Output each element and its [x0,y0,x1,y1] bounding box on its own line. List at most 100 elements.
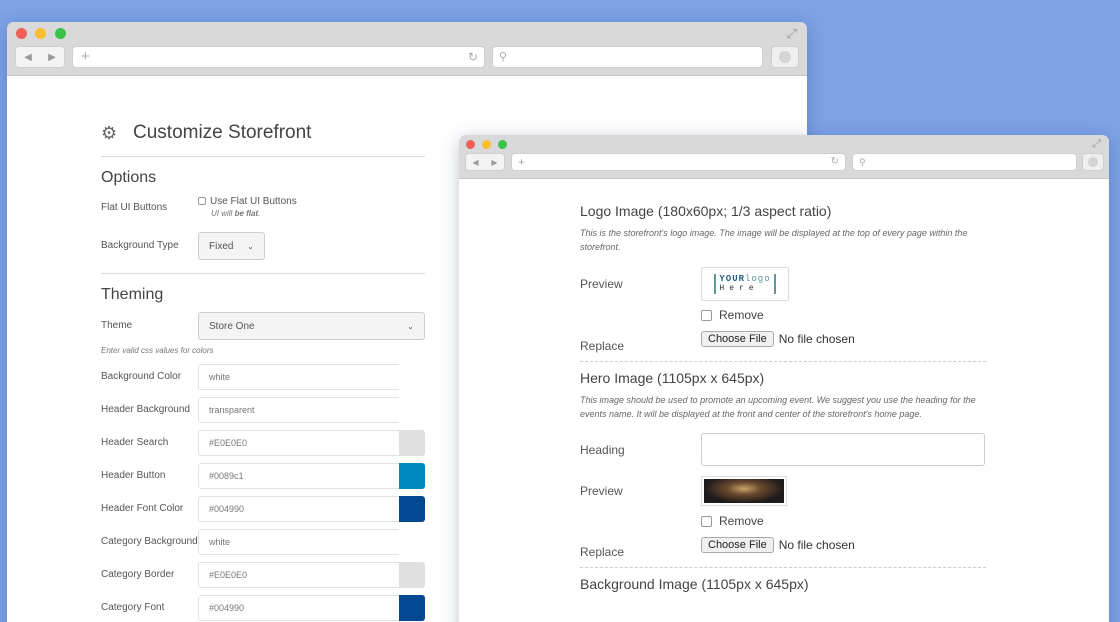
divider [101,156,425,157]
browser-window-images: ⤢ ◀ ▶ + ↻ ⚲ Logo Image (180x60px; 1/3 as… [459,135,1109,622]
color-swatch-empty [399,529,425,555]
forward-icon[interactable]: ▶ [491,158,497,167]
checkbox-box[interactable] [701,515,712,527]
color-row-header-search: Header Search #E0E0E0 [101,426,425,459]
choose-file-button[interactable]: Choose File [701,537,774,553]
header-button-input[interactable]: #0089c1 [198,462,399,489]
color-swatch[interactable] [399,462,425,489]
back-icon[interactable]: ◀ [472,158,478,167]
background-image-title: Background Image (1105px x 645px) [580,576,809,592]
category-border-input[interactable]: #E0E0E0 [198,561,399,588]
flat-ui-row: Flat UI Buttons Use Flat UI Buttons UI w… [101,195,425,218]
colors-help: Enter valid css values for colors [101,346,214,355]
hero-remove-row: Remove [580,514,986,528]
address-bar[interactable]: + ↻ [72,46,485,68]
zoom-window-button[interactable] [55,28,66,39]
chevron-down-icon: ⌄ [407,321,414,331]
history-nav: ◀ ▶ [15,46,65,68]
logo-preview-row: Preview YOURlogo Here [580,266,986,302]
flat-ui-checkbox[interactable] [198,197,206,205]
search-bar[interactable]: ⚲ [852,153,1077,171]
theme-select[interactable]: Store One ⌄ [198,312,425,340]
close-window-button[interactable] [466,140,475,149]
minimize-window-button[interactable] [35,28,46,39]
flat-ui-field: Use Flat UI Buttons UI will be flat. [198,195,425,218]
extension-button[interactable] [1082,153,1104,171]
search-icon: ⚲ [859,157,866,167]
gears-icon: ⚙ [101,122,118,143]
chevron-down-icon: ⌄ [247,241,254,251]
minimize-window-button[interactable] [482,140,491,149]
hero-remove-checkbox[interactable]: Remove [701,514,764,528]
color-label: Header Button [101,470,166,481]
category-font-input[interactable]: #004990 [198,594,399,621]
hero-image-help: This image should be used to promote an … [580,395,976,419]
choose-file-button[interactable]: Choose File [701,331,774,347]
search-bar[interactable]: ⚲ [492,46,763,68]
header-search-input[interactable]: #E0E0E0 [198,429,399,456]
color-label: Header Search [101,437,169,448]
close-window-button[interactable] [16,28,27,39]
color-row-header-background: Header Background transparent [101,393,425,426]
browser-toolbar: ⤢ ◀ ▶ + ↻ ⚲ [459,135,1109,179]
color-label: Header Background [101,404,190,415]
reload-icon[interactable]: ↻ [831,154,839,170]
back-icon[interactable]: ◀ [24,52,32,63]
header-font-color-input[interactable]: #004990 [198,495,399,522]
color-swatch-empty [399,397,425,423]
color-row-category-background: Category Background white [101,525,425,558]
category-background-input[interactable]: white [198,528,399,555]
divider [101,273,425,274]
color-swatch[interactable] [399,429,425,456]
theming-heading: Theming [101,286,164,303]
color-row-category-font: Category Font #004990 [101,591,425,622]
customize-panel: ⚙ Customize Storefront Options Flat UI B… [101,116,425,622]
logo-remove-checkbox[interactable]: Remove [701,308,764,322]
fullscreen-icon[interactable]: ⤢ [1092,138,1101,151]
hero-preview-row: Preview [580,476,986,506]
checkbox-box[interactable] [701,309,712,321]
color-swatch[interactable] [399,495,425,522]
no-file-text: No file chosen [778,538,855,552]
hero-replace-label: Replace [580,545,625,559]
hero-replace-row: Replace Choose File No file chosen [580,531,986,559]
flat-ui-checkbox-label[interactable]: Use Flat UI Buttons [210,196,297,207]
logo-image-title: Logo Image (180x60px; 1/3 aspect ratio) [580,203,832,219]
hero-heading-row: Heading [580,433,986,466]
forward-icon[interactable]: ▶ [48,52,56,63]
color-row-header-button: Header Button #0089c1 [101,459,425,492]
logo-remove-row: Remove [580,308,986,322]
color-row-header-font-color: Header Font Color #004990 [101,492,425,525]
background-type-row: Background Type Fixed ⌄ [101,232,425,260]
reload-icon[interactable]: ↻ [468,47,478,67]
color-row-category-border: Category Border #E0E0E0 [101,558,425,591]
history-nav: ◀ ▶ [465,153,505,171]
background-type-select[interactable]: Fixed ⌄ [198,232,265,260]
remove-label: Remove [719,514,764,528]
color-swatch-empty [399,364,425,390]
fullscreen-icon[interactable]: ⤢ [787,26,797,42]
hero-file-picker: Choose File No file chosen [701,537,855,553]
theme-row: Theme Store One ⌄ [101,312,425,340]
new-tab-icon[interactable]: + [81,47,90,67]
options-heading: Options [101,169,157,186]
background-color-input[interactable]: white [198,363,399,390]
new-tab-icon[interactable]: + [518,154,525,170]
color-swatch[interactable] [399,561,425,588]
color-label: Category Font [101,602,165,613]
search-icon: ⚲ [499,51,508,63]
logo-replace-row: Replace Choose File No file chosen [580,325,986,353]
logo-replace-label: Replace [580,339,625,353]
color-swatch[interactable] [399,594,425,621]
image-settings-panel: Logo Image (180x60px; 1/3 aspect ratio) … [580,203,986,599]
hero-heading-input[interactable] [701,433,985,466]
section-divider [580,567,986,568]
logo-placeholder: YOURlogo Here [714,274,776,294]
zoom-window-button[interactable] [498,140,507,149]
extension-button[interactable] [771,46,799,68]
address-bar[interactable]: + ↻ [511,153,846,171]
theme-label: Theme [101,320,133,331]
color-label: Header Font Color [101,503,184,514]
browser-toolbar: ⤢ ◀ ▶ + ↻ ⚲ [7,22,807,76]
header-background-input[interactable]: transparent [198,396,399,423]
